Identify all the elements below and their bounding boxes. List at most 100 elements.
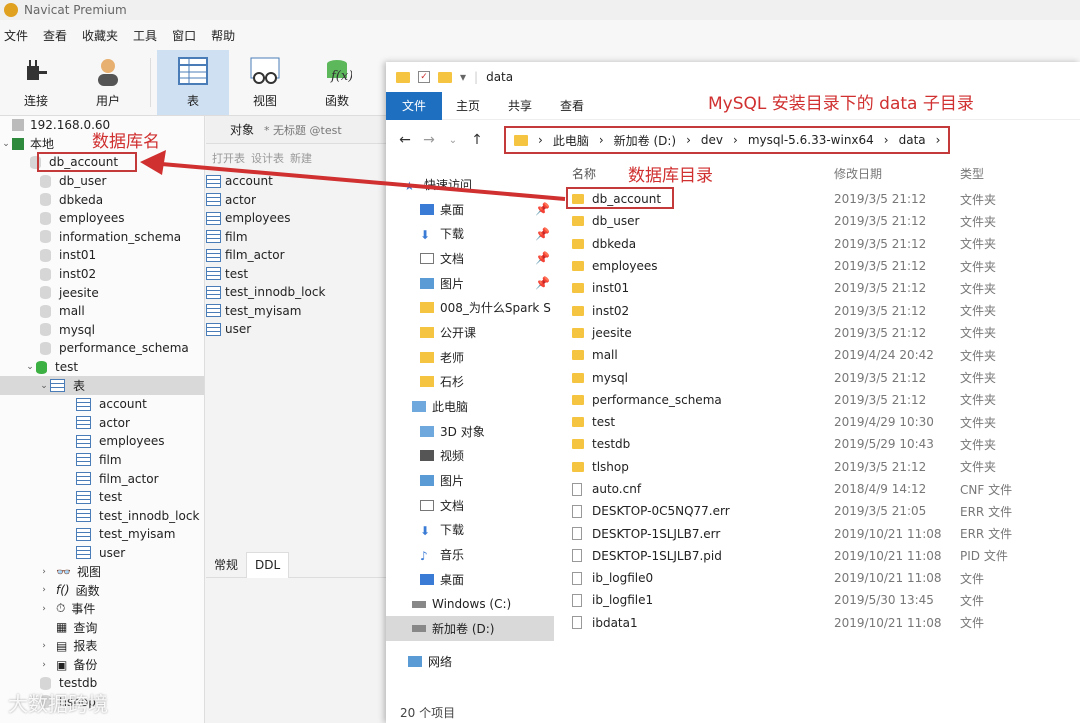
chevron-down-icon[interactable]: ⌄ xyxy=(0,139,12,149)
nav-documents[interactable]: 文档 📌 xyxy=(386,246,554,271)
tree-db[interactable]: information_schema xyxy=(0,228,204,247)
nav-videos[interactable]: 视频 xyxy=(386,444,554,469)
breadcrumb-item[interactable]: mysql-5.6.33-winx64 xyxy=(748,133,874,147)
object-item[interactable]: test_innodb_lock xyxy=(206,283,386,302)
nav-folder[interactable]: 公开课 xyxy=(386,320,554,345)
file-row[interactable]: mysql 2019/3/5 21:12 文件夹 xyxy=(562,366,1080,388)
menu-help[interactable]: 帮助 xyxy=(207,27,246,44)
ribbon-tab-view[interactable]: 查看 xyxy=(546,97,598,114)
tree-group-backups[interactable]: › ▣ 备份 xyxy=(0,655,204,674)
breadcrumb-item[interactable]: 新加卷 (D:) xyxy=(614,132,676,149)
tab-general[interactable]: 常规 xyxy=(206,556,246,573)
ribbon-tab-home[interactable]: 主页 xyxy=(442,97,494,114)
design-table-button[interactable]: 设计表 xyxy=(251,150,284,166)
file-row[interactable]: DESKTOP-1SLJLB7.err 2019/10/21 11:08 ERR 文… xyxy=(562,522,1080,544)
back-arrow-icon[interactable]: ← xyxy=(396,132,414,148)
file-row[interactable]: ib_logfile0 2019/10/21 11:08 文件 xyxy=(562,567,1080,589)
breadcrumb-item[interactable]: dev xyxy=(701,133,723,147)
ribbon-tab-share[interactable]: 共享 xyxy=(494,97,546,114)
file-row[interactable]: performance_schema 2019/3/5 21:12 文件夹 xyxy=(562,389,1080,411)
object-item[interactable]: employees xyxy=(206,209,386,228)
tree-db[interactable]: performance_schema xyxy=(0,339,204,358)
file-row[interactable]: db_user 2019/3/5 21:12 文件夹 xyxy=(562,210,1080,232)
checkbox-icon[interactable]: ✓ xyxy=(418,71,430,83)
nav-pictures[interactable]: 图片 xyxy=(386,468,554,493)
nav-folder[interactable]: 008_为什么Spark S xyxy=(386,295,554,320)
tree-group-queries[interactable]: ▦ 查询 xyxy=(0,618,204,637)
chevron-right-icon[interactable]: › xyxy=(38,567,50,577)
tree-db[interactable]: employees xyxy=(0,209,204,228)
nav-drive-c[interactable]: Windows (C:) xyxy=(386,592,554,617)
forward-arrow-icon[interactable]: → xyxy=(420,132,438,148)
tab-objects[interactable]: 对象 xyxy=(206,121,264,138)
tree-db[interactable]: inst02 xyxy=(0,265,204,284)
tree-table[interactable]: film xyxy=(0,451,204,470)
tree-group-views[interactable]: › 👓 视图 xyxy=(0,562,204,581)
file-row[interactable]: DESKTOP-1SLJLB7.pid 2019/10/21 11:08 PID 文… xyxy=(562,545,1080,567)
user-button[interactable]: 用户 xyxy=(72,50,144,115)
object-item[interactable]: film_actor xyxy=(206,246,386,265)
tree-table[interactable]: user xyxy=(0,544,204,563)
new-table-button[interactable]: 新建 xyxy=(290,150,312,166)
tree-table[interactable]: actor xyxy=(0,414,204,433)
connect-button[interactable]: 连接 xyxy=(0,50,72,115)
object-item[interactable]: film xyxy=(206,228,386,247)
file-row[interactable]: inst01 2019/3/5 21:12 文件夹 xyxy=(562,277,1080,299)
nav-this-pc[interactable]: 此电脑 xyxy=(386,394,554,419)
nav-quick-access[interactable]: ★ 快速访问 xyxy=(386,172,554,197)
nav-pictures[interactable]: 图片 📌 xyxy=(386,271,554,296)
file-row[interactable]: test 2019/4/29 10:30 文件夹 xyxy=(562,411,1080,433)
file-row[interactable]: tlshop 2019/3/5 21:12 文件夹 xyxy=(562,456,1080,478)
file-row[interactable]: ib_logfile1 2019/5/30 13:45 文件 xyxy=(562,589,1080,611)
pin-icon[interactable]: 📌 xyxy=(535,251,550,265)
tree-db[interactable]: jeesite xyxy=(0,283,204,302)
up-arrow-icon[interactable]: ↑ xyxy=(468,132,486,148)
object-item[interactable]: actor xyxy=(206,191,386,210)
object-item[interactable]: test_myisam xyxy=(206,302,386,321)
tree-db[interactable]: inst01 xyxy=(0,246,204,265)
file-row[interactable]: jeesite 2019/3/5 21:12 文件夹 xyxy=(562,322,1080,344)
nav-drive-d[interactable]: 新加卷 (D:) xyxy=(386,616,554,642)
nav-3d-objects[interactable]: 3D 对象 xyxy=(386,419,554,444)
nav-desktop[interactable]: 桌面 📌 xyxy=(386,197,554,222)
breadcrumb-item[interactable]: data xyxy=(899,133,926,147)
menu-view[interactable]: 查看 xyxy=(39,27,78,44)
file-row[interactable]: employees 2019/3/5 21:12 文件夹 xyxy=(562,255,1080,277)
tab-untitled-query[interactable]: * 无标题 @test xyxy=(264,122,342,138)
chevron-right-icon[interactable]: › xyxy=(38,585,50,595)
nav-folder[interactable]: 石杉 xyxy=(386,370,554,395)
nav-folder[interactable]: 老师 xyxy=(386,345,554,370)
tree-db[interactable]: mysql xyxy=(0,321,204,340)
object-item[interactable]: user xyxy=(206,320,386,339)
pin-icon[interactable]: 📌 xyxy=(535,202,550,216)
tree-table[interactable]: account xyxy=(0,395,204,414)
tree-db[interactable]: mall xyxy=(0,302,204,321)
tree-db[interactable]: db_user xyxy=(0,172,204,191)
tree-table[interactable]: film_actor xyxy=(0,469,204,488)
nav-downloads[interactable]: ⬇ 下载 xyxy=(386,518,554,543)
chevron-down-icon[interactable]: ⌄ xyxy=(444,135,462,146)
pin-icon[interactable]: 📌 xyxy=(535,227,550,241)
file-row[interactable]: testdb 2019/5/29 10:43 文件夹 xyxy=(562,433,1080,455)
tab-ddl[interactable]: DDL xyxy=(246,551,290,578)
object-item[interactable]: test xyxy=(206,265,386,284)
tree-group-events[interactable]: › ⏱ 事件 xyxy=(0,599,204,618)
chevron-right-icon[interactable]: › xyxy=(38,604,50,614)
tree-table[interactable]: test_myisam xyxy=(0,525,204,544)
column-date[interactable]: 修改日期 xyxy=(834,165,960,182)
menu-window[interactable]: 窗口 xyxy=(168,27,207,44)
tree-table[interactable]: test_innodb_lock xyxy=(0,506,204,525)
tree-db[interactable]: dbkeda xyxy=(0,190,204,209)
tree-group-functions[interactable]: › f() 函数 xyxy=(0,581,204,600)
tree-table[interactable]: test xyxy=(0,488,204,507)
column-type[interactable]: 类型 xyxy=(960,165,1060,182)
file-row[interactable]: dbkeda 2019/3/5 21:12 文件夹 xyxy=(562,233,1080,255)
nav-network[interactable]: 网络 xyxy=(386,649,554,674)
tree-tables-group[interactable]: ⌄ 表 xyxy=(0,376,204,395)
nav-desktop[interactable]: 桌面 xyxy=(386,567,554,592)
file-row[interactable]: mall 2019/4/24 20:42 文件夹 xyxy=(562,344,1080,366)
breadcrumb[interactable]: › 此电脑 › 新加卷 (D:) › dev › mysql-5.6.33-wi… xyxy=(504,126,951,154)
chevron-right-icon[interactable]: › xyxy=(38,641,50,651)
menu-tools[interactable]: 工具 xyxy=(129,27,168,44)
tree-table[interactable]: employees xyxy=(0,432,204,451)
